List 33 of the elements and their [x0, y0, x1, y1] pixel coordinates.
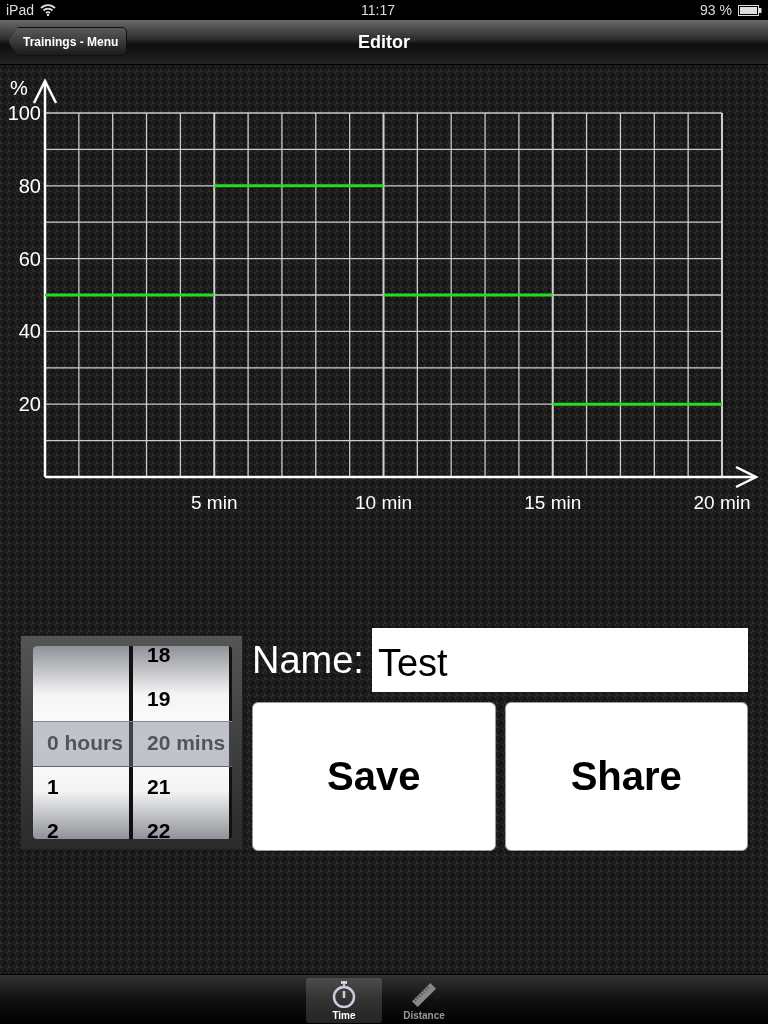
battery-percent: 93 % [700, 2, 732, 18]
picker-item[interactable]: 21 [133, 765, 229, 809]
picker-item[interactable]: 20 mins [133, 721, 229, 765]
tick-label: 100 [7, 102, 41, 124]
tick-label: 15 min [524, 492, 582, 513]
wifi-icon [40, 4, 57, 16]
picker-item[interactable]: 0 hours [33, 721, 129, 765]
tick-label: 20 min [693, 492, 751, 513]
tick-label: 20 [18, 393, 41, 416]
tab-item[interactable]: Distance [386, 978, 462, 1023]
picker-item[interactable]: 1 [33, 765, 129, 809]
stopwatch-icon [332, 981, 356, 1008]
battery-icon [738, 4, 762, 16]
back-button[interactable]: Trainings - Menu [8, 27, 128, 56]
picker-item[interactable]: 22 [133, 809, 229, 839]
name-field[interactable]: Test [371, 628, 748, 692]
tick-label: 5 min [191, 492, 238, 513]
tick-label: 40 [18, 320, 41, 343]
save-button[interactable]: Save [252, 702, 496, 851]
share-button[interactable]: Share [504, 702, 748, 851]
clock-time: 11:17 [361, 2, 396, 18]
tick-label: 80 [18, 174, 41, 197]
picker-item[interactable]: 19 [133, 677, 229, 721]
picker-item[interactable]: 18 [133, 646, 229, 677]
name-label: Name: [252, 638, 364, 682]
tick-label: 10 min [355, 492, 412, 513]
y-axis-label: % [10, 77, 28, 99]
picker-item[interactable]: 2 [33, 809, 129, 839]
tab-item[interactable]: Time [306, 978, 382, 1023]
device-name: iPad [6, 2, 35, 18]
tick-label: 60 [18, 247, 41, 270]
time-picker[interactable]: 0 hours 1 2 18 19 20 mins 21 22 [20, 635, 243, 850]
screen-title: Editor [358, 31, 410, 53]
